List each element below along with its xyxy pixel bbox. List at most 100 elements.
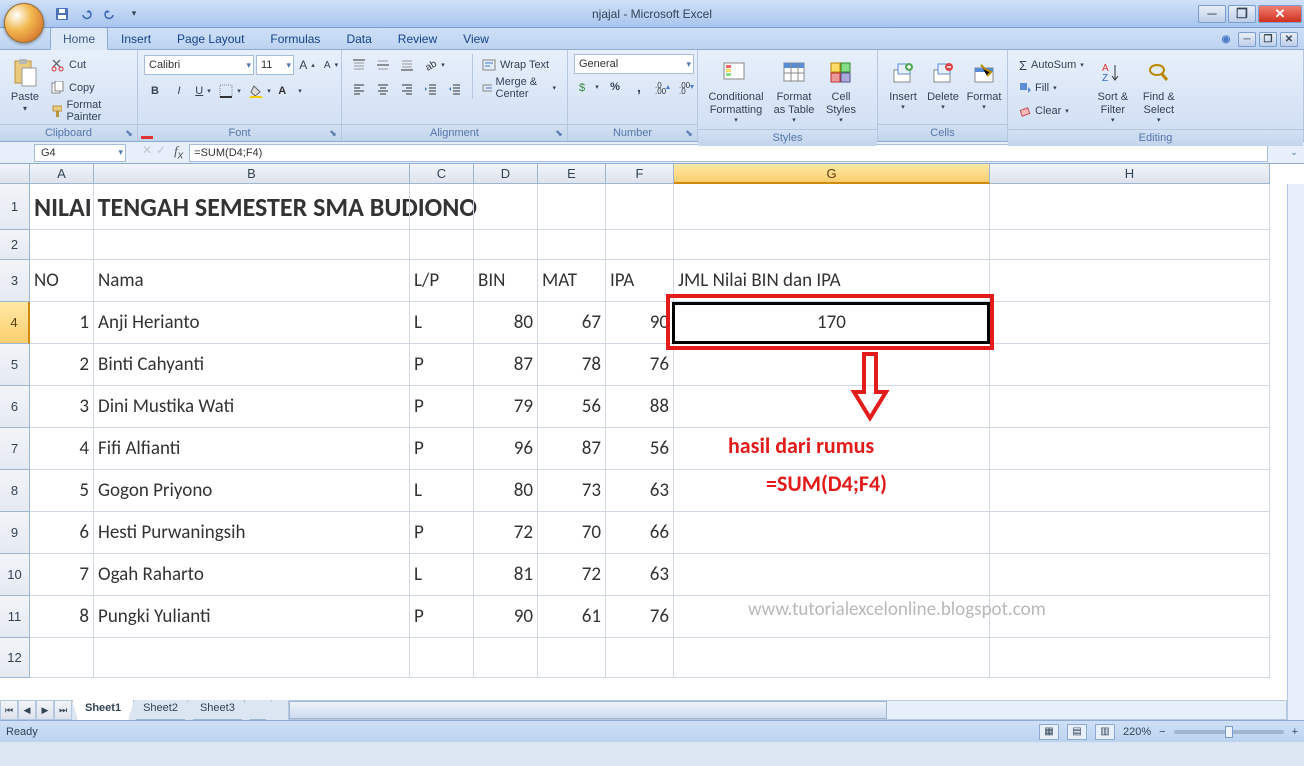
delete-cells-button[interactable]: Delete▾ (924, 54, 962, 116)
cell[interactable]: Ogah Raharto (94, 554, 410, 596)
cell[interactable]: 72 (474, 512, 538, 554)
cell[interactable]: 73 (538, 470, 606, 512)
cell[interactable]: Pungki Yulianti (94, 596, 410, 638)
cell[interactable]: 88 (606, 386, 674, 428)
paste-button[interactable]: Paste▾ (6, 54, 44, 117)
column-header-F[interactable]: F (606, 164, 674, 184)
cell[interactable] (990, 184, 1270, 230)
name-box[interactable]: G4 (34, 144, 126, 162)
sheet-next-icon[interactable]: ▶ (36, 700, 54, 720)
sheet-tab-new[interactable] (244, 700, 272, 720)
cell[interactable]: 80 (474, 302, 538, 344)
qat-redo-icon[interactable] (100, 4, 120, 24)
cell[interactable]: 63 (606, 554, 674, 596)
horizontal-scrollbar[interactable] (288, 700, 1287, 720)
cell[interactable]: IPA (606, 260, 674, 302)
align-top-icon[interactable] (348, 54, 370, 76)
column-header-A[interactable]: A (30, 164, 94, 184)
align-right-icon[interactable] (396, 78, 418, 100)
accounting-icon[interactable]: $▾ (574, 76, 602, 98)
cell[interactable]: 56 (606, 428, 674, 470)
cell[interactable] (94, 184, 410, 230)
clipboard-launcher-icon[interactable]: ⬊ (123, 127, 135, 139)
font-size-combo[interactable]: 11 (256, 55, 294, 75)
alignment-launcher-icon[interactable]: ⬊ (553, 127, 565, 139)
column-header-G[interactable]: G (674, 164, 990, 184)
bold-icon[interactable]: B (144, 80, 166, 102)
cell[interactable]: 72 (538, 554, 606, 596)
cell[interactable]: P (410, 596, 474, 638)
maximize-button[interactable]: ❐ (1228, 5, 1256, 23)
cell[interactable]: 61 (538, 596, 606, 638)
cell[interactable]: 96 (474, 428, 538, 470)
cell[interactable] (990, 428, 1270, 470)
fx-icon[interactable]: fx (174, 143, 183, 162)
cell[interactable]: 8 (30, 596, 94, 638)
sub-minimize-button[interactable]: ─ (1238, 32, 1256, 47)
office-button[interactable] (4, 3, 44, 43)
find-select-button[interactable]: Find & Select▾ (1137, 54, 1181, 129)
cell[interactable] (674, 184, 990, 230)
cell[interactable] (990, 260, 1270, 302)
cell[interactable]: BIN (474, 260, 538, 302)
row-header-8[interactable]: 8 (0, 470, 30, 512)
cell[interactable] (606, 638, 674, 678)
sheet-tab-3[interactable]: Sheet3 (187, 700, 248, 720)
cell[interactable]: NO (30, 260, 94, 302)
cell[interactable]: 87 (474, 344, 538, 386)
cell[interactable] (474, 638, 538, 678)
cell[interactable]: Anji Herianto (94, 302, 410, 344)
cell[interactable] (30, 638, 94, 678)
cell[interactable]: 76 (606, 596, 674, 638)
sub-restore-button[interactable]: ❐ (1259, 32, 1277, 47)
insert-cells-button[interactable]: Insert▾ (884, 54, 922, 116)
cell[interactable]: Dini Mustika Wati (94, 386, 410, 428)
view-normal-icon[interactable]: ▦ (1039, 724, 1059, 740)
borders-icon[interactable]: ▾ (216, 80, 244, 102)
row-header-12[interactable]: 12 (0, 638, 30, 678)
cell[interactable]: P (410, 344, 474, 386)
column-header-C[interactable]: C (410, 164, 474, 184)
cell[interactable]: L (410, 470, 474, 512)
cell[interactable] (674, 386, 990, 428)
view-break-icon[interactable]: ▥ (1095, 724, 1115, 740)
cell[interactable] (94, 230, 410, 260)
cell[interactable] (674, 512, 990, 554)
grow-font-icon[interactable]: A▴ (296, 54, 318, 76)
help-button[interactable]: ◉ (1217, 32, 1235, 47)
cell[interactable]: Gogon Priyono (94, 470, 410, 512)
cell[interactable] (538, 638, 606, 678)
zoom-in-icon[interactable]: + (1292, 726, 1298, 738)
cell[interactable]: 2 (30, 344, 94, 386)
cell[interactable]: L (410, 302, 474, 344)
cell[interactable] (674, 344, 990, 386)
row-header-2[interactable]: 2 (0, 230, 30, 260)
align-bottom-icon[interactable] (396, 54, 418, 76)
zoom-slider[interactable] (1174, 730, 1284, 734)
tab-review[interactable]: Review (385, 27, 450, 49)
sheet-tab-1[interactable]: Sheet1 (72, 700, 134, 720)
cell[interactable]: 7 (30, 554, 94, 596)
cell-styles-button[interactable]: Cell Styles▾ (820, 54, 862, 129)
cell[interactable] (674, 638, 990, 678)
cell[interactable] (474, 184, 538, 230)
fx-cancel-icon[interactable]: ✕ (142, 143, 152, 162)
wrap-text-button[interactable]: Wrap Text (477, 54, 561, 76)
cell[interactable]: 170 (674, 302, 990, 344)
cell[interactable]: 63 (606, 470, 674, 512)
clear-button[interactable]: Clear▾ (1014, 100, 1089, 122)
cell[interactable]: 90 (606, 302, 674, 344)
sheet-first-icon[interactable]: ⏮ (0, 700, 18, 720)
cell[interactable]: 3 (30, 386, 94, 428)
minimize-button[interactable]: ─ (1198, 5, 1226, 23)
sheet-last-icon[interactable]: ⏭ (54, 700, 72, 720)
cell[interactable]: Nama (94, 260, 410, 302)
tab-insert[interactable]: Insert (108, 27, 164, 49)
row-header-1[interactable]: 1 (0, 184, 30, 230)
column-header-B[interactable]: B (94, 164, 410, 184)
cell[interactable]: 4 (30, 428, 94, 470)
format-cells-button[interactable]: Format▾ (964, 54, 1004, 116)
cell[interactable] (990, 470, 1270, 512)
cell[interactable] (674, 230, 990, 260)
cell[interactable] (990, 554, 1270, 596)
